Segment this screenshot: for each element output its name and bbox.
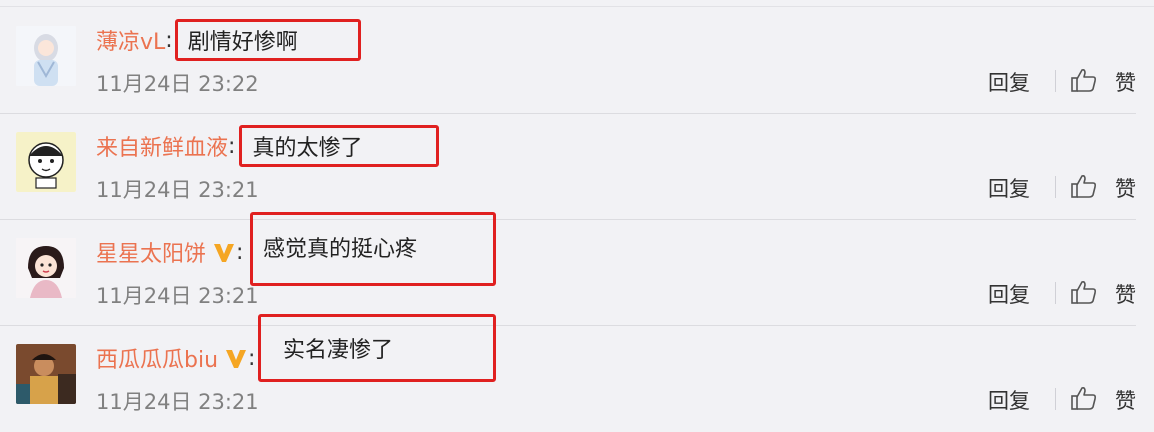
like-button[interactable]: 赞 [1115, 173, 1136, 203]
thumbs-up-icon[interactable] [1070, 278, 1098, 306]
timestamp: 11月24日 23:21 [96, 284, 259, 308]
avatar[interactable] [16, 132, 76, 192]
username[interactable]: 薄凉vL [96, 24, 165, 56]
thumbs-up-icon[interactable] [1070, 172, 1098, 200]
action-separator [1055, 176, 1056, 198]
thumbs-up-icon[interactable] [1070, 384, 1098, 412]
timestamp: 11月24日 23:22 [96, 72, 259, 96]
comment-item: 星星太阳饼 : 11月24日 23:21 回复 赞 [0, 220, 1154, 326]
colon: : [248, 345, 256, 371]
comment-item: 薄凉vL : 剧情好惨啊 11月24日 23:22 回复 赞 [0, 8, 1154, 114]
action-separator [1055, 388, 1056, 410]
reply-button[interactable]: 回复 [988, 279, 1030, 309]
timestamp: 11月24日 23:21 [96, 178, 259, 202]
username[interactable]: 西瓜瓜瓜biu [96, 342, 218, 374]
avatar[interactable] [16, 26, 76, 86]
username[interactable]: 星星太阳饼 [96, 236, 206, 268]
action-separator [1055, 70, 1056, 92]
like-button[interactable]: 赞 [1115, 67, 1136, 97]
colon: : [236, 239, 244, 265]
username[interactable]: 来自新鲜血液 [96, 130, 228, 162]
verified-v-icon [214, 244, 235, 262]
avatar[interactable] [16, 238, 76, 298]
comment-text: 真的太惨了 [239, 125, 440, 167]
colon: : [165, 27, 173, 53]
comment-item: 来自新鲜血液 : 真的太惨了 11月24日 23:21 回复 赞 [0, 114, 1154, 220]
comment-text: 实名凄惨了 [258, 314, 496, 382]
reply-button[interactable]: 回复 [988, 173, 1030, 203]
timestamp: 11月24日 23:21 [96, 390, 259, 414]
comment-text: 剧情好惨啊 [174, 19, 361, 61]
thumbs-up-icon[interactable] [1070, 66, 1098, 94]
reply-button[interactable]: 回复 [988, 385, 1030, 415]
avatar[interactable] [16, 344, 76, 404]
action-separator [1055, 282, 1056, 304]
like-button[interactable]: 赞 [1115, 385, 1136, 415]
top-divider [0, 6, 1154, 7]
like-button[interactable]: 赞 [1115, 279, 1136, 309]
reply-button[interactable]: 回复 [988, 67, 1030, 97]
comment-item: 西瓜瓜瓜biu : 11月24日 23:21 回复 赞 [0, 326, 1154, 432]
comment-text: 感觉真的挺心疼 [250, 212, 496, 286]
verified-v-icon [226, 350, 247, 368]
colon: : [228, 133, 236, 159]
